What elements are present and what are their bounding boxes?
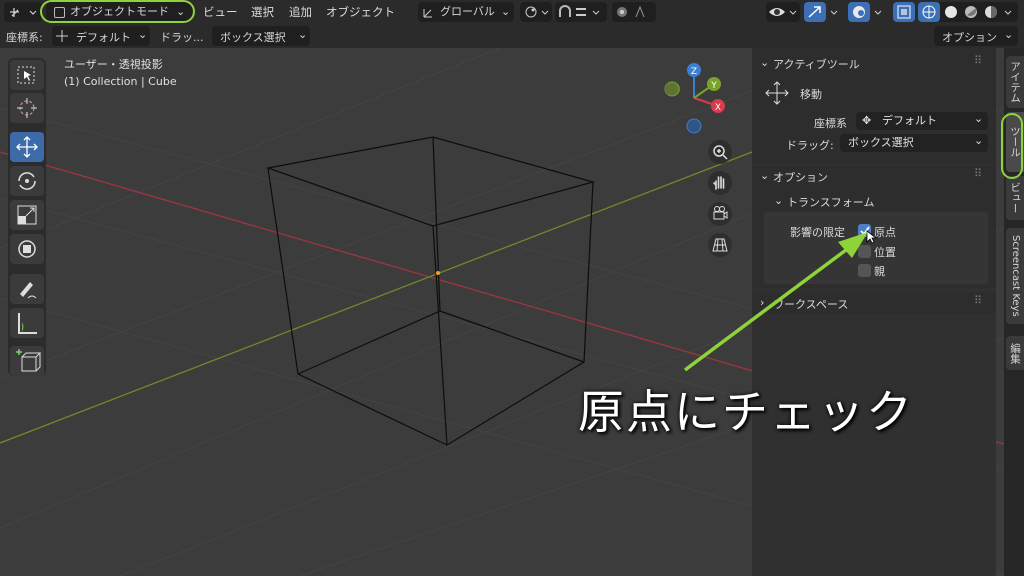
menu-add[interactable]: 追加 [289,2,312,22]
3d-viewport[interactable]: ユーザー・透視投影 (1) Collection | Cube Z X Y ⌄ … [0,48,1004,576]
menu-select[interactable]: 選択 [251,2,274,22]
editor-type-button[interactable] [4,2,42,22]
move-icon [56,30,68,42]
annotation-arrow [683,232,868,372]
drag-dropdown[interactable]: ボックス選択 ⌄ [212,26,310,46]
orientation-value: デフォルト [76,31,131,44]
chevron-down-icon: ⌄ [138,28,148,41]
shading-modes[interactable] [918,2,1018,22]
highlight-ellipse [1001,113,1023,179]
tab-item[interactable]: アイテム [1006,56,1024,108]
tab-view[interactable]: ビュー [1006,176,1024,220]
menu-object[interactable]: オブジェクト [326,2,395,22]
annotation-text: 原点にチェック [578,385,914,439]
orientation-dropdown[interactable]: デフォルト ⌄ [52,26,150,46]
xray-toggle[interactable] [893,2,915,22]
proportional-editing[interactable] [612,2,656,22]
orientation-label: グローバル [440,5,495,18]
chevron-down-icon: ⌄ [501,5,511,18]
drag-label: ドラッ... [160,31,204,44]
drag-value: ボックス選択 [220,31,286,44]
viewport-header: オブジェクトモード ⌄ ビュー 選択 追加 オブジェクト グローバル ⌄ [0,0,1024,24]
highlight-ellipse [40,0,195,23]
pivot-point-selector[interactable] [520,2,552,22]
chevron-down-icon: ⌄ [298,28,308,41]
menu-view[interactable]: ビュー [203,2,238,22]
visibility-selector[interactable] [766,2,800,22]
snap-controls[interactable] [555,2,607,22]
tab-screencast-keys[interactable]: Screencast Keys [1006,228,1024,324]
options-label: オプション [942,31,997,44]
tab-edit[interactable]: 編集 [1006,336,1024,370]
tool-settings-bar: 座標系: デフォルト ⌄ ドラッ... ボックス選択 ⌄ オプション ⌄ [0,24,1024,48]
options-dropdown[interactable]: オプション ⌄ [934,26,1018,46]
orientation-label: 座標系: [6,31,43,44]
chevron-down-icon: ⌄ [1004,28,1014,41]
overlays-toggle[interactable] [848,2,888,22]
orientation-icon [423,9,432,18]
transform-orientation-selector[interactable]: グローバル ⌄ [418,2,514,22]
gizmo-toggle[interactable] [804,2,844,22]
